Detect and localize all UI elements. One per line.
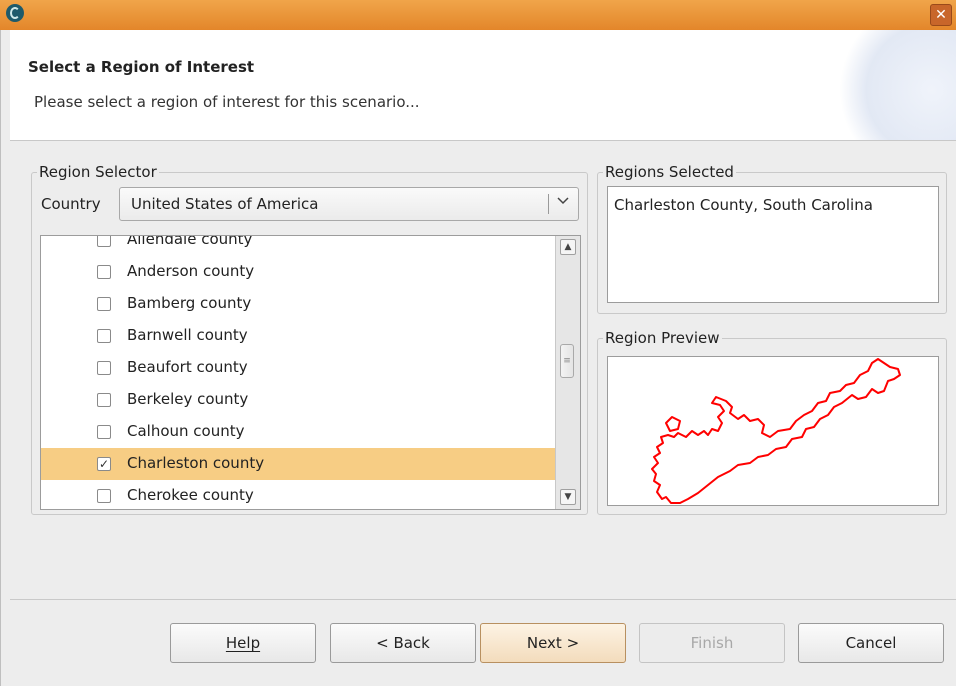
scrollbar-thumb[interactable]: ≡ bbox=[560, 344, 574, 378]
list-item[interactable]: Berkeley county bbox=[41, 384, 556, 416]
list-item[interactable]: Barnwell county bbox=[41, 320, 556, 352]
list-item-label: Bamberg county bbox=[127, 294, 252, 312]
list-item-label: Berkeley county bbox=[127, 390, 249, 408]
list-item[interactable]: Cherokee county bbox=[41, 480, 556, 509]
wizard-banner: Select a Region of Interest Please selec… bbox=[10, 30, 956, 141]
checkbox[interactable] bbox=[97, 393, 111, 407]
region-preview-legend: Region Preview bbox=[603, 329, 722, 347]
checkbox[interactable] bbox=[97, 236, 111, 247]
back-button[interactable]: < Back bbox=[330, 623, 476, 663]
page-description: Please select a region of interest for t… bbox=[34, 93, 420, 111]
chevron-down-icon[interactable] bbox=[556, 193, 570, 211]
list-item-label: Beaufort county bbox=[127, 358, 248, 376]
finish-button[interactable]: Finish bbox=[639, 623, 785, 663]
cancel-button[interactable]: Cancel bbox=[798, 623, 944, 663]
list-item-label: Barnwell county bbox=[127, 326, 248, 344]
checkbox[interactable] bbox=[97, 425, 111, 439]
regions-selected-legend: Regions Selected bbox=[603, 163, 736, 181]
county-list[interactable]: Allendale county Anderson county Bamberg c… bbox=[40, 235, 581, 510]
help-button[interactable]: Help bbox=[170, 623, 316, 663]
list-item-label: Allendale county bbox=[127, 235, 253, 248]
window-left-edge bbox=[0, 30, 10, 686]
region-selector-legend: Region Selector bbox=[37, 163, 159, 181]
scroll-up-icon[interactable]: ▲ bbox=[560, 239, 576, 255]
checkbox[interactable] bbox=[97, 265, 111, 279]
scroll-down-icon[interactable]: ▼ bbox=[560, 489, 576, 505]
regions-selected-list[interactable]: Charleston County, South Carolina bbox=[607, 186, 939, 303]
region-preview-map bbox=[607, 356, 939, 506]
close-window-button[interactable]: ✕ bbox=[930, 4, 952, 26]
page-title: Select a Region of Interest bbox=[28, 58, 255, 76]
checkbox[interactable] bbox=[97, 489, 111, 503]
list-item-label: Calhoun county bbox=[127, 422, 245, 440]
list-item[interactable]: Calhoun county bbox=[41, 416, 556, 448]
checkbox[interactable] bbox=[97, 361, 111, 375]
help-button-label: Help bbox=[225, 634, 261, 652]
country-label: Country bbox=[41, 195, 101, 213]
selected-region-item[interactable]: Charleston County, South Carolina bbox=[614, 196, 873, 214]
title-bar: ✕ bbox=[0, 0, 956, 30]
checkbox[interactable]: ✓ bbox=[97, 457, 111, 471]
country-dropdown-value: United States of America bbox=[131, 195, 319, 213]
banner-decoration bbox=[836, 30, 956, 140]
finish-button-label: Finish bbox=[690, 634, 734, 652]
list-item[interactable]: ✓ Charleston county bbox=[41, 448, 556, 480]
app-logo-icon bbox=[6, 4, 24, 22]
country-dropdown[interactable]: United States of America bbox=[119, 187, 579, 221]
list-item-label: Anderson county bbox=[127, 262, 255, 280]
next-button[interactable]: Next > bbox=[480, 623, 626, 663]
footer-separator bbox=[10, 599, 956, 600]
charleston-county-outline bbox=[651, 358, 901, 504]
cancel-button-label: Cancel bbox=[845, 634, 897, 652]
list-item-label: Cherokee county bbox=[127, 486, 254, 504]
list-item[interactable]: Anderson county bbox=[41, 256, 556, 288]
next-button-label: Next > bbox=[526, 634, 580, 652]
dropdown-separator bbox=[548, 194, 549, 214]
list-item[interactable]: Bamberg county bbox=[41, 288, 556, 320]
list-scrollbar[interactable]: ▲ ≡ ▼ bbox=[555, 236, 580, 509]
list-item[interactable]: Beaufort county bbox=[41, 352, 556, 384]
checkbox[interactable] bbox=[97, 297, 111, 311]
county-list-items: Allendale county Anderson county Bamberg c… bbox=[41, 235, 556, 509]
list-item[interactable]: Allendale county bbox=[41, 235, 556, 256]
checkbox[interactable] bbox=[97, 329, 111, 343]
list-item-label: Charleston county bbox=[127, 454, 265, 472]
back-button-label: < Back bbox=[376, 634, 430, 652]
